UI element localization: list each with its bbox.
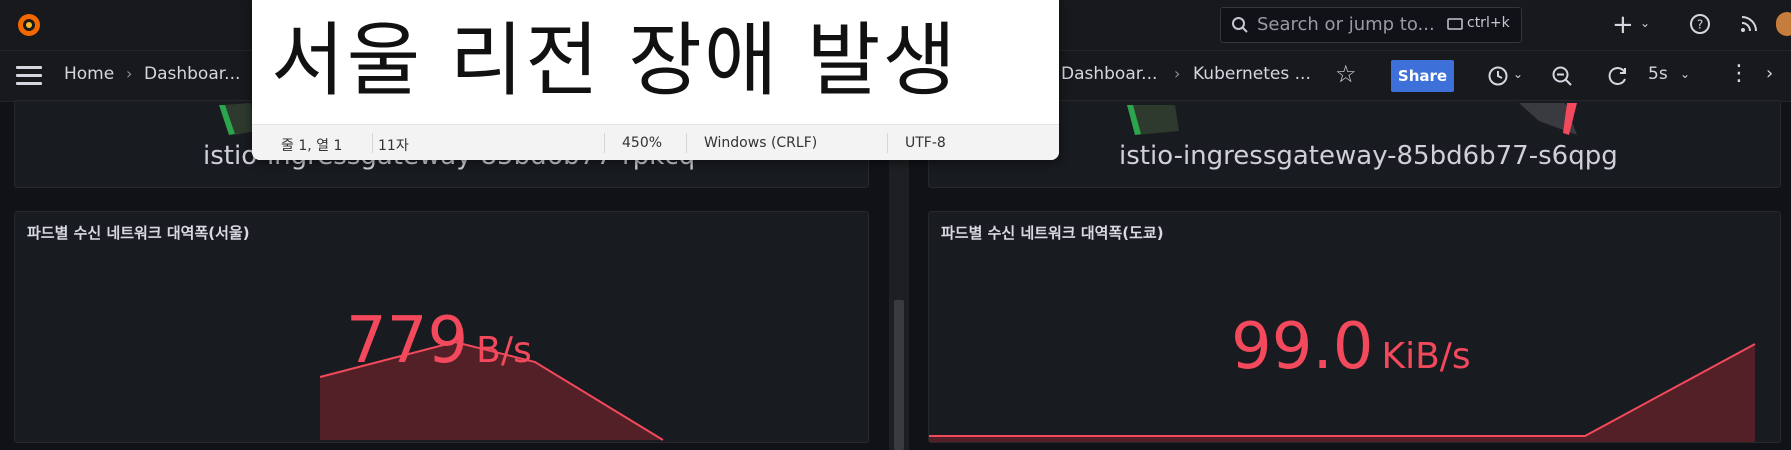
stat-value: 99.0 KiB/s (1231, 310, 1471, 384)
notepad-window[interactable]: 서울 리전 장애 발생 줄 1, 열 1 11자 450% Windows (C… (252, 0, 1059, 160)
zoom-level[interactable]: 450% (622, 135, 662, 151)
chevron-down-icon[interactable]: ⌄ (1640, 16, 1650, 30)
refresh-icon[interactable] (1607, 65, 1629, 87)
stat-number: 779 (346, 304, 469, 378)
bandwidth-panel-tokyo[interactable]: 파드별 수신 네트워크 대역폭(도쿄) 99.0 KiB/s (928, 211, 1781, 443)
chevron-down-icon[interactable]: ⌄ (1680, 67, 1690, 81)
search-shortcut: ctrl+k (1467, 15, 1510, 31)
avatar[interactable] (1776, 12, 1791, 36)
stat-unit: KiB/s (1381, 336, 1471, 377)
keyboard-icon (1447, 18, 1463, 30)
zoom-out-icon[interactable] (1551, 65, 1573, 87)
gauge-arc-end (1519, 103, 1577, 135)
refresh-rate-select[interactable]: 5s (1648, 64, 1668, 84)
character-count: 11자 (378, 138, 409, 154)
breadcrumb-separator: › (126, 64, 133, 83)
encoding[interactable]: UTF-8 (905, 135, 946, 151)
status-divider (887, 133, 888, 153)
divider-grip[interactable] (894, 300, 904, 450)
stat-value: 779 B/s (346, 304, 532, 378)
more-icon[interactable]: ⋮ (1728, 61, 1750, 86)
help-icon[interactable]: ? (1689, 13, 1711, 35)
breadcrumb-dashboards[interactable]: Dashboar... (144, 64, 240, 84)
menu-icon[interactable] (16, 66, 42, 86)
gauge-arc (1127, 105, 1179, 135)
bandwidth-panel-seoul[interactable]: 파드별 수신 네트워크 대역폭(서울) 779 B/s (14, 211, 869, 443)
chevron-right-icon[interactable]: › (1766, 63, 1773, 84)
grafana-logo-icon[interactable] (14, 10, 44, 40)
notepad-status-bar: 줄 1, 열 1 11자 450% Windows (CRLF) UTF-8 (252, 124, 1059, 160)
breadcrumb-dashboard-name[interactable]: Kubernetes ... (1193, 64, 1311, 84)
plus-icon[interactable]: + (1612, 10, 1634, 40)
rss-icon[interactable] (1739, 14, 1759, 34)
notepad-text-area[interactable]: 서울 리전 장애 발생 (271, 0, 958, 112)
clock-icon[interactable] (1487, 65, 1509, 87)
search-placeholder: Search or jump to... (1257, 14, 1435, 35)
breadcrumb-dashboards[interactable]: Dashboar... (1061, 64, 1157, 84)
stat-unit: B/s (476, 330, 532, 371)
chevron-down-icon[interactable]: ⌄ (1513, 67, 1523, 81)
breadcrumb-home[interactable]: Home (64, 64, 114, 84)
line-ending[interactable]: Windows (CRLF) (704, 135, 817, 151)
gauge-pod-name: istio-ingressgateway-85bd6b77-s6qpg (1119, 141, 1618, 171)
status-divider (372, 133, 373, 153)
breadcrumb-separator: › (1174, 64, 1181, 83)
search-icon (1232, 17, 1248, 33)
svg-text:?: ? (1697, 18, 1703, 32)
star-icon[interactable]: ☆ (1335, 60, 1357, 88)
stat-number: 99.0 (1231, 310, 1374, 384)
search-input[interactable]: Search or jump to... ctrl+k (1220, 7, 1522, 43)
cursor-position: 줄 1, 열 1 (281, 138, 343, 154)
share-button[interactable]: Share (1391, 60, 1454, 92)
status-divider (604, 133, 605, 153)
status-divider (686, 133, 687, 153)
